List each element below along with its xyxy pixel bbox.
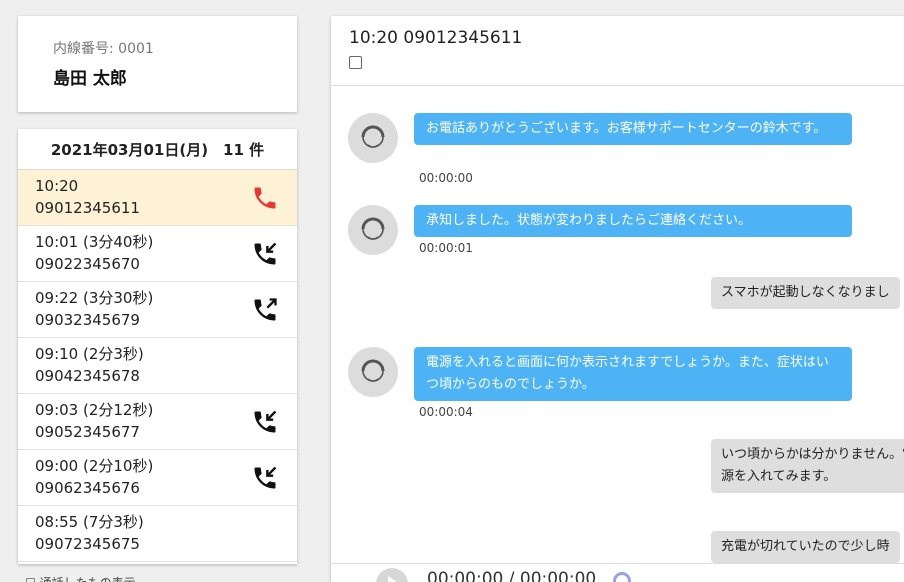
show-called-checkbox[interactable]: ☐ 通話したもの表示: [25, 574, 136, 582]
call-list-item[interactable]: 10:20 09012345611: [18, 170, 297, 226]
conversation-panel: 10:20 09012345611 お電話ありがとうございます。お客様サポートセ…: [331, 16, 904, 582]
message-timestamp: 00:00:00: [419, 171, 473, 185]
extension-number: 内線番号: 0001: [53, 41, 154, 57]
message-timestamp: 00:00:04: [419, 405, 473, 419]
call-time: 08:55 (7分3秒): [35, 513, 144, 531]
call-list-item[interactable]: 08:55 (7分3秒) 09072345675: [18, 506, 297, 562]
operator-avatar-icon: [348, 205, 398, 255]
incoming-call-icon: [254, 410, 277, 433]
incoming-call-icon: [254, 466, 277, 489]
message-bubble: スマホが起動しなくなりまし: [711, 277, 900, 309]
message-bubble: 承知しました。状態が変わりましたらご連絡ください。: [414, 205, 852, 237]
message-bubble: 電源を入れると画面に何か表示されますでしょうか。また、症状はいつ頃からのものでし…: [414, 347, 852, 401]
message-timestamp: 00:00:01: [419, 241, 473, 255]
call-list-item[interactable]: 09:00 (2分10秒) 09062345676: [18, 450, 297, 506]
phone-active-icon: [254, 187, 276, 209]
seek-slider-handle[interactable]: [613, 572, 631, 582]
play-icon[interactable]: [376, 568, 408, 582]
call-list-item[interactable]: 09:03 (2分12秒) 09052345677: [18, 394, 297, 450]
call-list-header: 2021年03月01日(月) 11 件: [18, 129, 297, 170]
outgoing-call-icon: [254, 298, 277, 321]
message-bubble: いつ頃からかは分かりません。電源を入れてみます。: [711, 439, 904, 493]
message-bubble: お電話ありがとうございます。お客様サポートセンターの鈴木です。: [414, 113, 852, 145]
call-number: 09072345675: [35, 535, 140, 553]
conversation-title: 10:20 09012345611: [349, 28, 523, 48]
player-time: 00:00:00 / 00:00:00: [427, 569, 597, 582]
user-name: 島田 太郎: [53, 69, 127, 89]
call-number: 09042345678: [35, 367, 140, 385]
incoming-call-icon: [254, 242, 277, 265]
call-list-item[interactable]: 09:10 (2分3秒) 09042345678: [18, 338, 297, 394]
user-card: 内線番号: 0001 島田 太郎: [18, 16, 297, 112]
operator-avatar-icon: [348, 113, 398, 163]
conversation-header: 10:20 09012345611: [331, 16, 904, 86]
conversation-checkbox[interactable]: [349, 56, 362, 69]
operator-avatar-icon: [348, 347, 398, 397]
call-time: 09:10 (2分3秒): [35, 345, 144, 363]
call-list-item[interactable]: 10:01 (3分40秒) 09022345670: [18, 226, 297, 282]
call-list: 2021年03月01日(月) 11 件 10:20 09012345611 10…: [18, 129, 297, 564]
audio-player: 00:00:00 / 00:00:00: [331, 563, 904, 582]
show-called-label: ☐ 通話したもの表示: [25, 574, 136, 582]
message-bubble: 充電が切れていたので少し時: [711, 531, 900, 563]
call-list-item[interactable]: 09:22 (3分30秒) 09032345679: [18, 282, 297, 338]
